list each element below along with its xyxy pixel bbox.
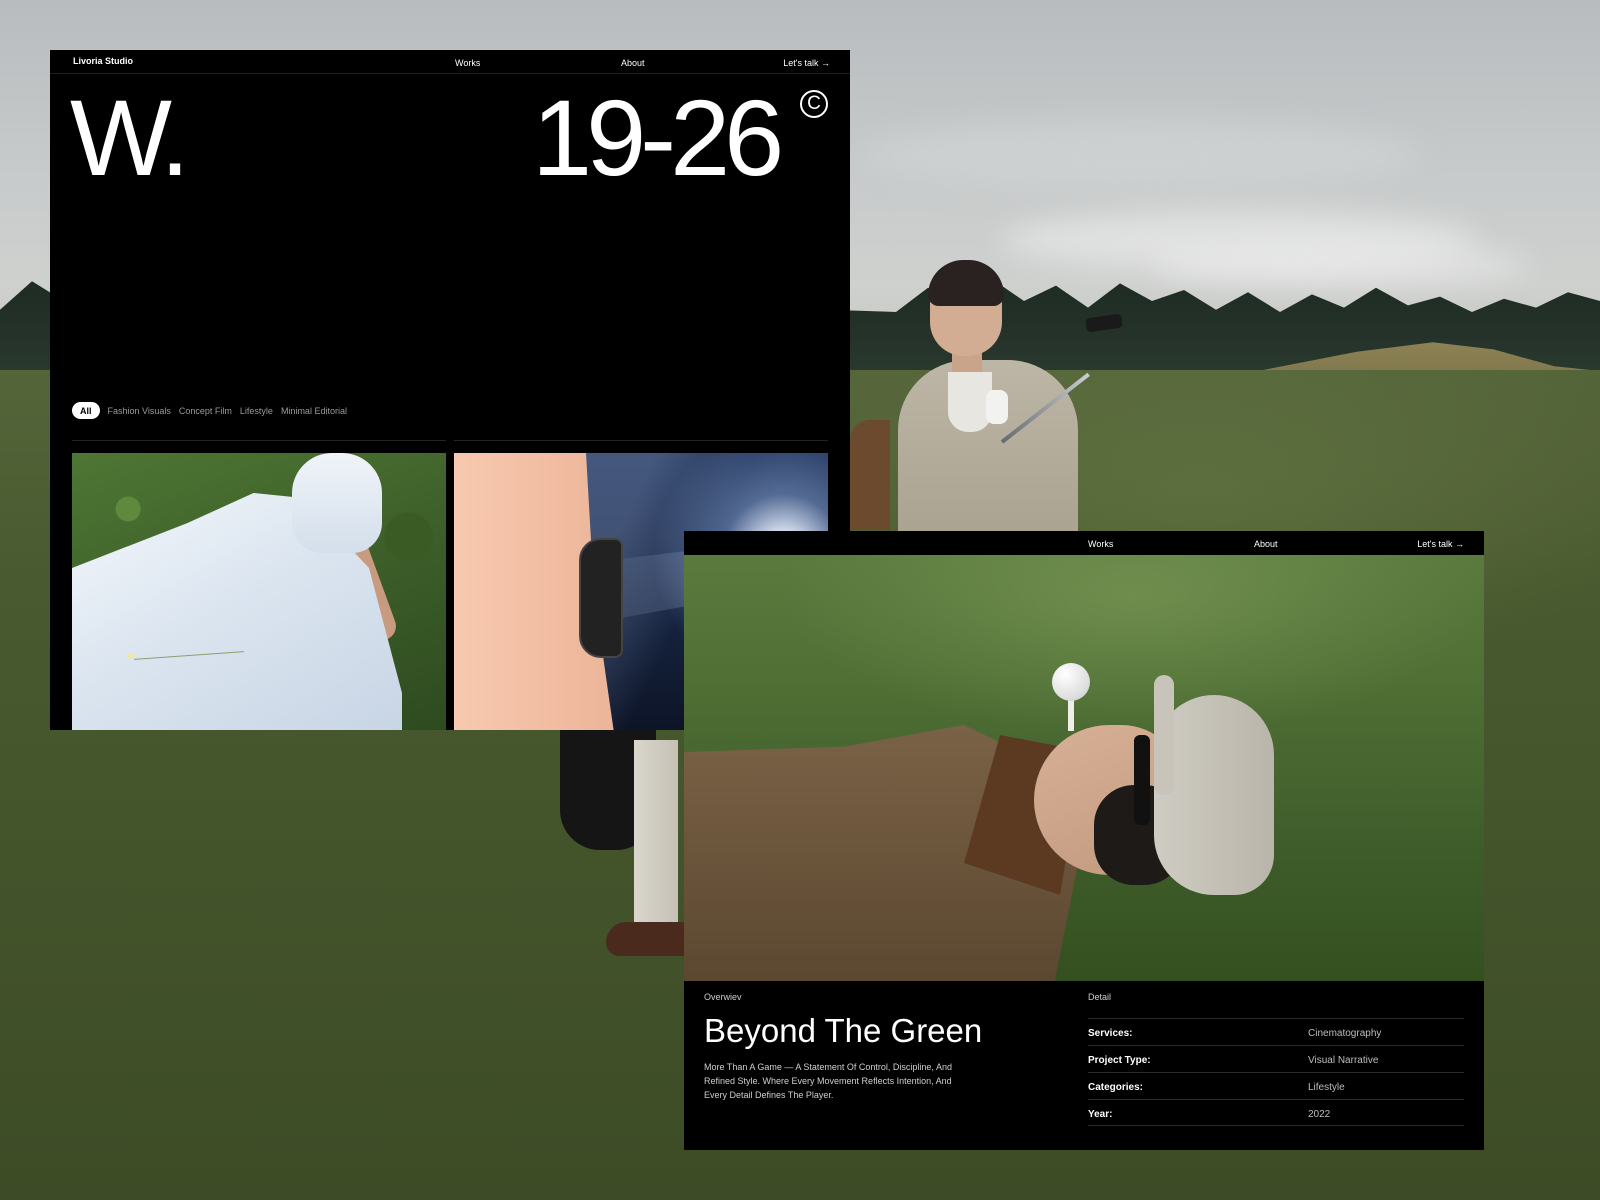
- top-nav: Works About Let's talk →: [684, 531, 1484, 555]
- detail-label: Detail: [1088, 992, 1112, 1002]
- detail-row-categories: Categories: Lifestyle: [1088, 1072, 1464, 1099]
- overview-label: Overwiev: [704, 992, 742, 1002]
- nav-works-link[interactable]: Works: [1088, 539, 1113, 549]
- project-detail-panel: Works About Let's talk → Overwiev Detail…: [684, 531, 1484, 1150]
- flower: [128, 653, 134, 659]
- sunglasses: [1134, 735, 1150, 825]
- project-details-table: Services: Cinematography Project Type: V…: [1088, 1018, 1464, 1126]
- project-title: Beyond The Green: [704, 1012, 983, 1049]
- top-nav: Livoria Studio Works About Let's talk →: [50, 50, 850, 74]
- divider: [72, 440, 446, 441]
- filter-minimal-editorial[interactable]: Minimal Editorial: [281, 406, 347, 416]
- filter-all[interactable]: All: [72, 402, 100, 419]
- golfer-legs: [560, 700, 688, 970]
- hero-letter: W.: [70, 77, 190, 198]
- filter-fashion-visuals[interactable]: Fashion Visuals: [108, 406, 171, 416]
- detail-row-year: Year: 2022: [1088, 1099, 1464, 1126]
- work-thumbnail-dress[interactable]: [72, 453, 446, 730]
- golfer-woman: [890, 260, 1123, 535]
- hero-years: 19-26: [532, 77, 784, 198]
- copyright-icon: C: [800, 90, 828, 118]
- divider: [454, 440, 828, 441]
- project-description: More Than A Game — A Statement Of Contro…: [704, 1062, 952, 1100]
- lets-talk-link[interactable]: Let's talk →: [783, 58, 830, 68]
- category-filters: All Fashion Visuals Concept Film Lifesty…: [72, 402, 347, 419]
- shoe: [606, 922, 688, 956]
- cloud: [860, 120, 1420, 190]
- detail-row-project-type: Project Type: Visual Narrative: [1088, 1045, 1464, 1072]
- brand-logo[interactable]: Livoria Studio: [73, 56, 133, 66]
- nav-about-link[interactable]: About: [1254, 539, 1278, 549]
- lets-talk-link[interactable]: Let's talk →: [1417, 539, 1464, 549]
- nav-about-link[interactable]: About: [621, 58, 645, 68]
- film-reel: [579, 538, 623, 658]
- project-hero-image: [684, 555, 1484, 981]
- coat-edge: [850, 420, 890, 530]
- cloud: [1150, 245, 1530, 285]
- golf-ball: [1052, 663, 1090, 701]
- filter-concept-film[interactable]: Concept Film: [179, 406, 232, 416]
- nav-works-link[interactable]: Works: [455, 58, 480, 68]
- filter-lifestyle[interactable]: Lifestyle: [240, 406, 273, 416]
- detail-row-services: Services: Cinematography: [1088, 1018, 1464, 1045]
